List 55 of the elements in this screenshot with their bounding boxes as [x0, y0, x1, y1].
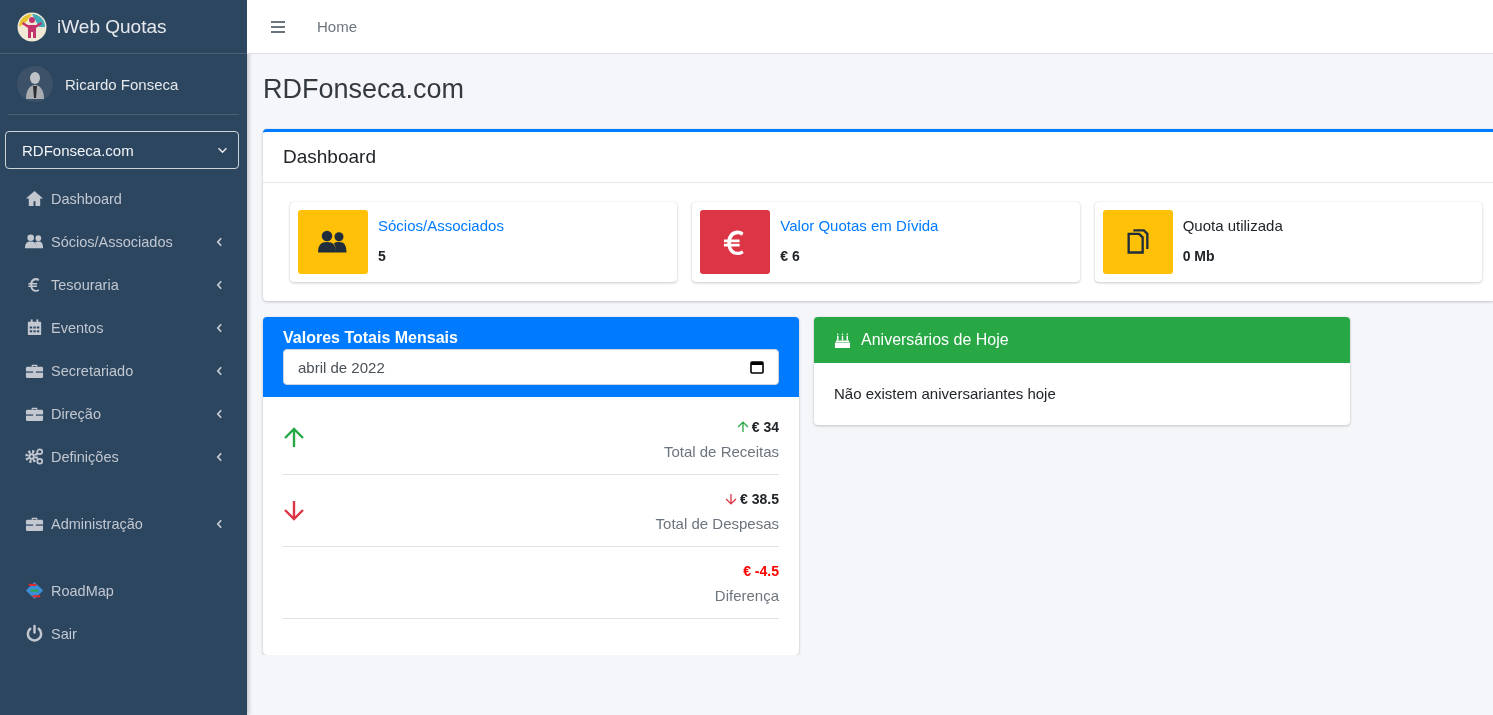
user-name[interactable]: Ricardo Fonseca — [65, 75, 179, 93]
arrow-down-icon — [725, 493, 738, 506]
copy-icon — [1125, 228, 1150, 257]
month-field[interactable]: abril de 2022 — [283, 349, 779, 386]
amount-label: Total de Despesas — [655, 515, 779, 533]
sidebar-item[interactable]: RoadMap — [0, 569, 247, 612]
chevron-left-icon — [216, 451, 223, 462]
card-title: Dashboard — [263, 132, 1493, 184]
chevron-left-icon — [216, 518, 223, 529]
card-title: Valores Totais Mensais — [283, 329, 459, 348]
sidebar-item[interactable]: Secretariado — [0, 349, 247, 392]
arrow-up-icon — [736, 421, 749, 434]
site-select[interactable]: RDFonseca.com — [5, 131, 239, 169]
calendar-icon — [750, 360, 764, 375]
chevron-left-icon — [216, 365, 223, 376]
amount-label: Diferença — [714, 587, 779, 605]
sidebar-item[interactable]: Sair — [0, 612, 247, 655]
gears-icon — [24, 447, 44, 466]
avatar-icon — [17, 66, 53, 102]
card-title: Aniversários de Hoje — [861, 331, 1009, 350]
amount-label: Total de Receitas — [663, 443, 779, 461]
home-link[interactable]: Home — [309, 18, 365, 35]
sidebar-item[interactable]: Administração — [0, 502, 247, 545]
arrow-up-icon — [283, 427, 305, 450]
users-icon — [24, 232, 44, 251]
stat-label: Quota utilizada — [1182, 217, 1283, 235]
stat-value: 0 Mb — [1182, 248, 1216, 265]
cake-icon — [834, 331, 851, 349]
home-icon — [24, 189, 44, 208]
chevron-down-icon — [217, 146, 228, 154]
chevron-left-icon — [216, 279, 223, 290]
sidebar-item[interactable]: Eventos — [0, 306, 247, 349]
amount: € 38.5 — [740, 491, 779, 508]
amount: € 34 — [751, 419, 779, 436]
menu-icon — [271, 20, 285, 33]
sidebar-item[interactable]: Dashboard — [0, 177, 247, 220]
empty-message: Não existem aniversariantes hoje — [833, 384, 1057, 405]
stat-value: € 6 — [780, 248, 801, 265]
arrow-down-icon — [283, 499, 305, 522]
roadmap-icon — [24, 581, 44, 600]
sidebar-item[interactable]: Direção — [0, 392, 247, 435]
logo-icon — [17, 11, 47, 42]
power-icon — [24, 624, 44, 643]
chevron-left-icon — [216, 322, 223, 333]
chevron-left-icon — [216, 236, 223, 247]
sidebar-item[interactable]: Tesouraria — [0, 263, 247, 306]
stat-link[interactable]: Sócios/Associados — [378, 217, 504, 235]
page-title: RDFonseca.com — [263, 73, 466, 106]
chevron-left-icon — [216, 408, 223, 419]
app-title: iWeb Quotas — [57, 15, 167, 38]
sidebar-item[interactable]: Definições — [0, 435, 247, 478]
stat-value: 5 — [378, 248, 387, 265]
amount: € -4.5 — [743, 563, 779, 580]
stat-link[interactable]: Valor Quotas em Dívida — [780, 217, 939, 235]
sidebar-item[interactable]: Sócios/Associados — [0, 220, 247, 263]
